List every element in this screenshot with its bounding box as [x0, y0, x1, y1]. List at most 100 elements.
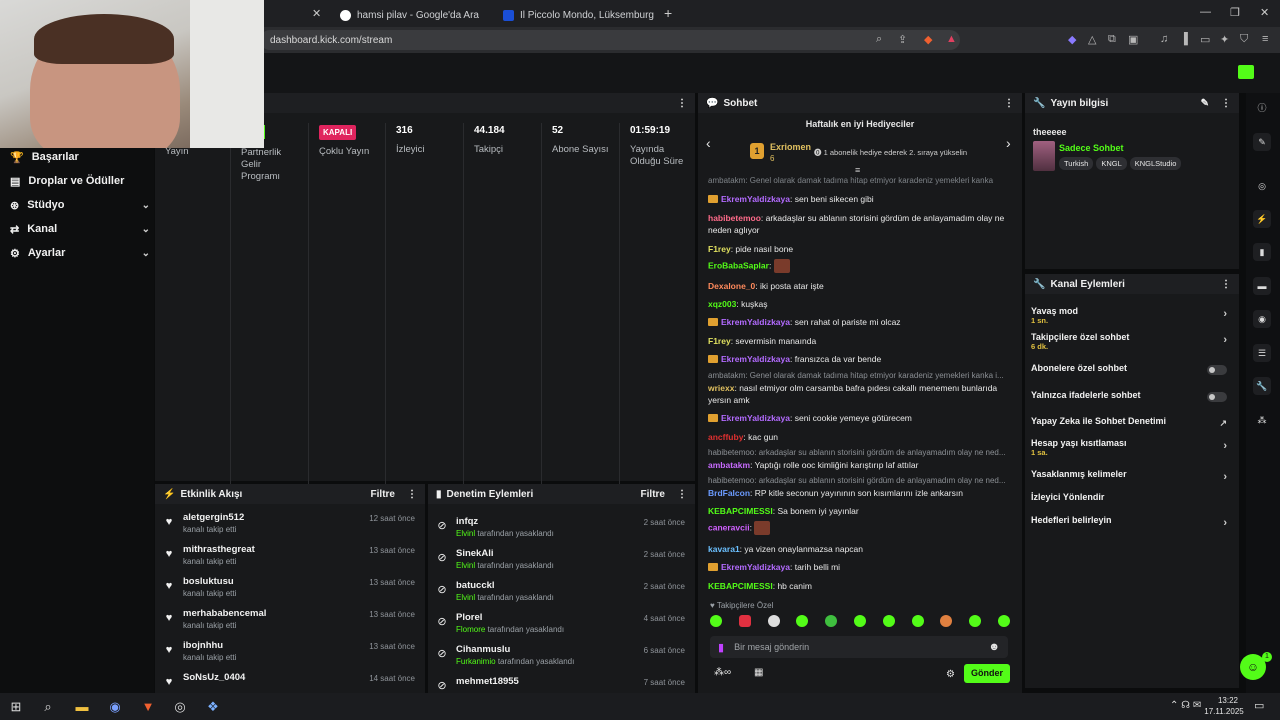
chat-input[interactable]: ▮ Bir mesaj gönderin ☻: [710, 636, 1008, 658]
raid-option[interactable]: İzleyici Yönlendir: [1031, 492, 1227, 502]
chat-username[interactable]: ancffuby: [708, 432, 743, 442]
filter-button[interactable]: Filtre: [641, 489, 665, 500]
emote-icon[interactable]: [853, 615, 866, 627]
rewards-icon[interactable]: ▲: [946, 33, 957, 45]
extension-icon[interactable]: ◆: [1068, 33, 1076, 46]
chat-username[interactable]: EkremYaldizkaya: [721, 562, 790, 572]
chat-username[interactable]: KEBAPCIMESSI: [708, 581, 773, 591]
edit-icon[interactable]: ✎: [1201, 98, 1209, 109]
sidebar-item-achievements[interactable]: 🏆 Başarılar: [10, 148, 150, 166]
goals-option[interactable]: Hedefleri belirleyin ›: [1031, 515, 1227, 529]
chat-username[interactable]: habibetemoo: [708, 213, 761, 223]
extension-icon[interactable]: △: [1088, 33, 1096, 46]
chat-username[interactable]: F1rey: [708, 336, 731, 346]
filter-button[interactable]: Filtre: [371, 489, 395, 500]
chat-username[interactable]: wriexx: [708, 383, 734, 393]
vpn-icon[interactable]: ⛉: [1240, 33, 1248, 46]
emote-icon[interactable]: [796, 615, 809, 627]
broadcast-icon[interactable]: ◉: [1253, 310, 1271, 328]
minimize-icon[interactable]: —: [1200, 6, 1211, 18]
close-tab-icon[interactable]: ✕: [312, 7, 321, 20]
brave-shield-icon[interactable]: ◆: [924, 33, 932, 46]
microphone-icon[interactable]: ▮: [718, 641, 724, 654]
more-options-icon[interactable]: ⋮: [677, 98, 687, 109]
moderator-name[interactable]: Elvinl: [456, 529, 475, 538]
chat-username[interactable]: kavara1: [708, 544, 740, 554]
leo-icon[interactable]: ✦: [1220, 33, 1229, 46]
zoom-icon[interactable]: ⌕: [876, 33, 882, 46]
chat-username[interactable]: EroBabaSaplar: [708, 260, 769, 270]
notifications-icon[interactable]: ▭: [1254, 699, 1264, 712]
more-options-icon[interactable]: ⋮: [677, 489, 687, 500]
chat-icon[interactable]: ▬: [1253, 277, 1271, 295]
sidebar-item-settings[interactable]: ⚙ Ayarlar ⌄: [10, 244, 150, 262]
emote-icon[interactable]: [997, 615, 1010, 627]
menu-icon[interactable]: ≡: [1262, 33, 1268, 45]
more-options-icon[interactable]: ⋮: [1221, 279, 1231, 290]
more-options-icon[interactable]: ⋮: [1004, 98, 1014, 109]
app-icon[interactable]: ❖: [203, 697, 223, 717]
tray-icons[interactable]: ⌃ ☊ ✉: [1170, 700, 1201, 711]
chat-username[interactable]: EkremYaldizkaya: [721, 194, 790, 204]
list-icon[interactable]: ☰: [1253, 344, 1271, 362]
account-age-option[interactable]: Hesap yaşı kısıtlaması 1 sa. ›: [1031, 438, 1227, 457]
search-icon[interactable]: ⌕: [38, 697, 58, 717]
tag[interactable]: KNGL: [1096, 157, 1127, 170]
top-gifter-name[interactable]: Exriomen: [770, 142, 811, 152]
capture-icon[interactable]: ◎: [1253, 177, 1271, 195]
chat-username[interactable]: EkremYaldizkaya: [721, 317, 790, 327]
chat-settings-icon[interactable]: ⚙: [946, 669, 955, 680]
file-explorer-icon[interactable]: ▬: [72, 697, 92, 717]
chat-username[interactable]: xqz003: [708, 299, 736, 309]
ai-moderation-option[interactable]: Yapay Zeka ile Sohbet Denetimi ↗: [1031, 416, 1227, 428]
moderator-name[interactable]: Furkanimio: [456, 657, 496, 666]
emote-icon[interactable]: [882, 615, 895, 627]
chat-username[interactable]: EkremYaldizkaya: [721, 413, 790, 423]
lightning-icon[interactable]: ⚡: [1253, 210, 1271, 228]
tag[interactable]: Turkish: [1059, 157, 1094, 170]
chat-username[interactable]: ambatakm: [708, 460, 750, 470]
share-icon[interactable]: ⇪: [898, 33, 907, 46]
send-button[interactable]: Gönder: [964, 664, 1010, 683]
tag[interactable]: KNGLStudio: [1129, 157, 1182, 170]
tab-booking[interactable]: Il Piccolo Mondo, Lüksemburg (2025: [495, 4, 655, 27]
new-tab-icon[interactable]: +: [664, 5, 672, 21]
brave-icon[interactable]: ▼: [138, 697, 158, 717]
chat-username[interactable]: Dexalone_0: [708, 281, 755, 291]
prev-arrow-icon[interactable]: ‹: [706, 135, 711, 151]
sidebar-item-drops[interactable]: ▤ Droplar ve Ödüller: [10, 172, 150, 190]
emote-icon[interactable]: [710, 615, 722, 627]
followers-only-option[interactable]: Takipçilere özel sohbet 6 dk. ›: [1031, 332, 1227, 351]
close-window-icon[interactable]: ✕: [1260, 6, 1269, 19]
next-arrow-icon[interactable]: ›: [1006, 135, 1011, 151]
chrome-icon[interactable]: ◉: [105, 697, 125, 717]
screenshot-icon[interactable]: ▣: [1128, 33, 1138, 46]
banned-words-option[interactable]: Yasaklanmış kelimeler ›: [1031, 469, 1227, 483]
chat-tools-icon[interactable]: ⁂∞: [714, 667, 731, 678]
category-name[interactable]: Sadece Sohbet: [1059, 143, 1124, 153]
add-widget-icon[interactable]: ⁂: [1253, 411, 1271, 429]
wallet-icon[interactable]: ▭: [1200, 33, 1210, 46]
more-options-icon[interactable]: ⋮: [1221, 98, 1231, 109]
chat-username[interactable]: caneravcii: [708, 522, 750, 532]
moderator-name[interactable]: Elvinl: [456, 593, 475, 602]
moderation-icon[interactable]: ▮: [1253, 243, 1271, 261]
emote-icon[interactable]: [738, 615, 751, 627]
emote-icon[interactable]: [969, 615, 982, 627]
edit-icon[interactable]: ✎: [1253, 133, 1271, 151]
emotes-only-toggle[interactable]: [1207, 392, 1227, 402]
media-icon[interactable]: ♫: [1160, 33, 1168, 45]
emote-icon[interactable]: [940, 615, 953, 627]
store-icon[interactable]: ▦: [754, 667, 763, 678]
restore-icon[interactable]: ❐: [1230, 6, 1240, 19]
chat-username[interactable]: EkremYaldizkaya: [721, 354, 790, 364]
emoji-icon[interactable]: ☻: [988, 641, 1000, 653]
address-bar[interactable]: dashboard.kick.com/stream: [260, 30, 960, 50]
chat-username[interactable]: KEBAPCIMESSI: [708, 506, 773, 516]
slow-mode-option[interactable]: Yavaş mod 1 sn. ›: [1031, 306, 1227, 325]
subscribers-only-toggle[interactable]: [1207, 365, 1227, 375]
emote-icon[interactable]: [767, 615, 780, 627]
chat-username[interactable]: BrdFalcon: [708, 488, 750, 498]
tab-google[interactable]: hamsi pilav - Google'da Ara: [332, 4, 492, 27]
obs-icon[interactable]: ◎: [170, 697, 190, 717]
